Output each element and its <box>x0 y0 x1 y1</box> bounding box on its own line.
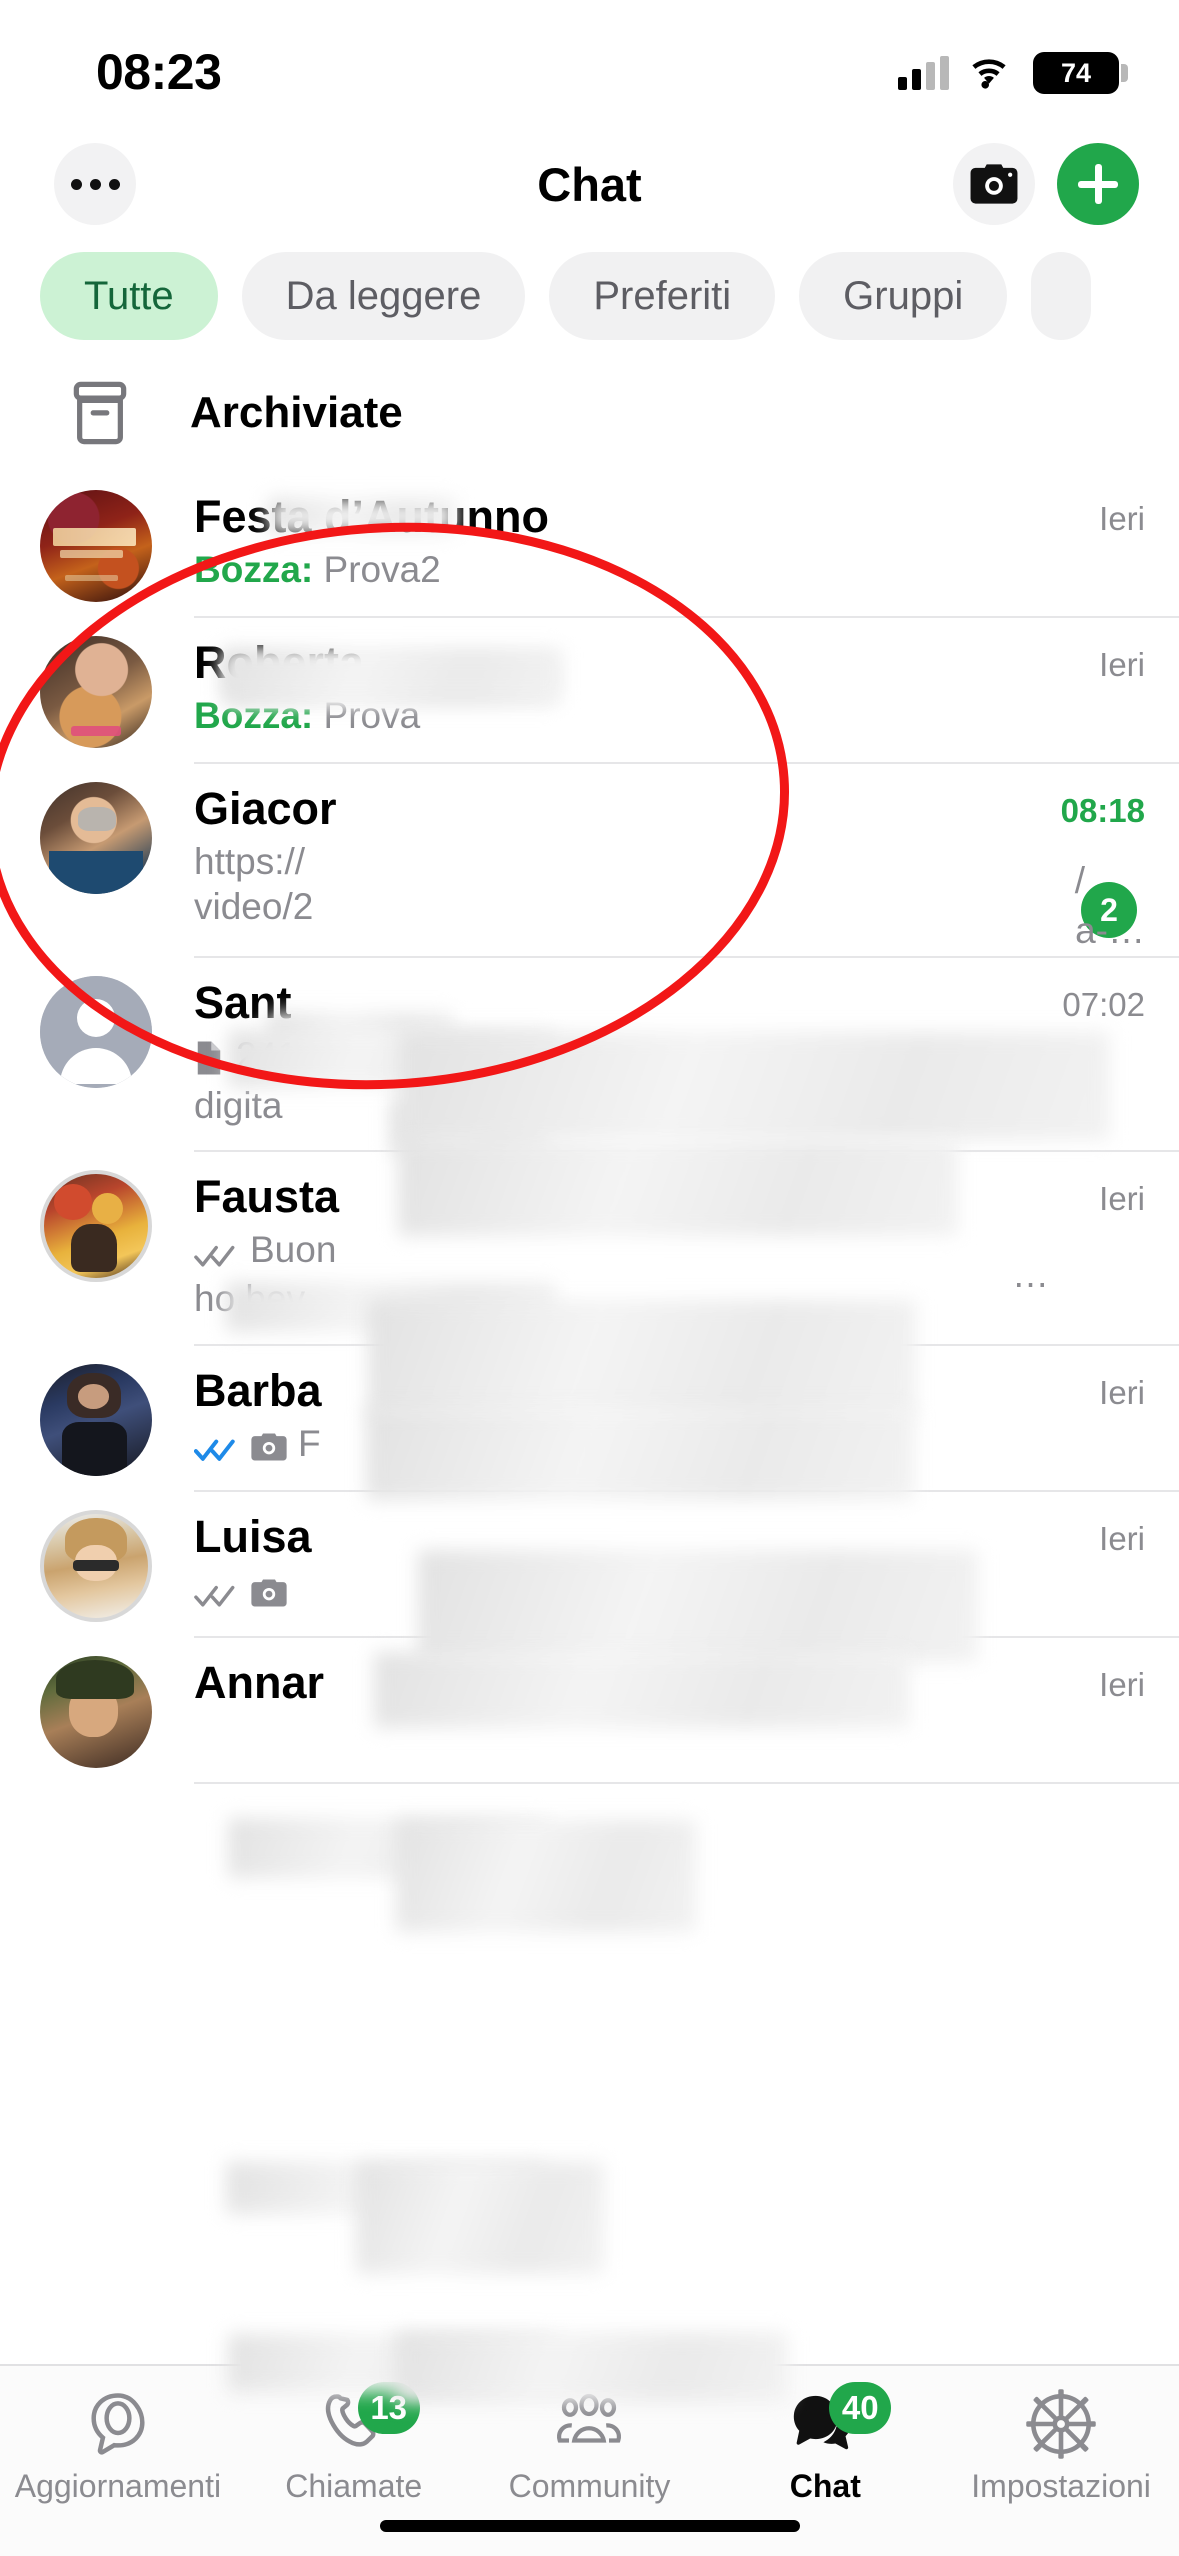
tab-badge: 13 <box>357 2382 420 2434</box>
tab-impostazioni[interactable]: Impostazioni <box>943 2388 1179 2505</box>
read-receipt-grey-icon <box>194 1227 240 1280</box>
chat-preview-line1-tail: ano <box>993 1054 1055 1095</box>
archive-box-icon <box>40 380 160 446</box>
cellular-signal-icon <box>898 56 949 90</box>
chat-list-item[interactable]: Sant 07:02 241 digita ano <box>0 958 1179 1152</box>
chat-list-item[interactable]: Luisa Ieri <box>0 1492 1179 1638</box>
chat-preview-line1-tail: … <box>1012 1254 1049 1295</box>
avatar[interactable] <box>40 490 152 602</box>
tab-label: Aggiornamenti <box>14 2468 222 2504</box>
chat-timestamp: Ieri <box>1099 1374 1145 1411</box>
filter-tab-tutte[interactable]: Tutte <box>40 252 218 340</box>
chat-preview-line1: 241 <box>236 1035 298 1077</box>
filter-tab-overflow[interactable] <box>1031 252 1092 340</box>
more-options-icon[interactable] <box>54 143 136 225</box>
home-indicator <box>379 2520 800 2532</box>
chat-timestamp: Ieri <box>1099 1520 1145 1557</box>
avatar[interactable] <box>40 782 152 894</box>
tab-label: Impostazioni <box>971 2468 1151 2504</box>
chat-preview-line1: https:// <box>194 841 306 883</box>
battery-level: 74 <box>1060 57 1092 88</box>
chat-filter-tabs[interactable]: Tutte Da leggere Preferiti Gruppi <box>0 238 1179 354</box>
tab-label: Chat <box>789 2468 861 2504</box>
avatar[interactable] <box>40 1170 152 1282</box>
avatar[interactable] <box>40 636 152 748</box>
status-bar: 08:23 74 <box>0 0 1179 130</box>
chat-list-item[interactable]: Festa d’Autunno Ieri Bozza: Prova2 <box>0 472 1179 618</box>
chat-preview-line2: ho bev <box>194 1278 306 1320</box>
chat-name: Luisa <box>194 1511 312 1562</box>
chat-list: Festa d’Autunno Ieri Bozza: Prova2 Rober… <box>0 472 1179 1784</box>
phone-icon: 13 <box>317 2382 420 2460</box>
chat-preview-line1: Buon <box>250 1229 337 1271</box>
document-icon <box>194 1033 224 1087</box>
archived-row[interactable]: Archiviate <box>0 354 1179 472</box>
chat-timestamp: Ieri <box>1099 500 1145 537</box>
draft-label: Bozza: <box>194 549 314 591</box>
chat-preview: F <box>298 1423 321 1465</box>
redaction-block <box>396 1820 696 1932</box>
redaction-block <box>228 1818 548 1878</box>
chat-name: Sant <box>194 977 292 1028</box>
avatar[interactable] <box>40 1510 152 1622</box>
chat-list-item[interactable]: Barba Ieri F <box>0 1346 1179 1492</box>
chat-preview: Prova <box>313 695 421 737</box>
default-avatar-icon <box>40 976 152 1088</box>
chat-list-item[interactable]: Annar Ieri <box>0 1638 1179 1784</box>
read-receipt-blue-icon <box>193 1421 240 1474</box>
read-receipt-grey-icon <box>194 1567 240 1620</box>
chat-timestamp: 07:02 <box>1062 986 1145 1023</box>
tab-badge: 40 <box>829 2382 892 2434</box>
tab-aggiornamenti[interactable]: Aggiornamenti <box>0 2388 236 2505</box>
chat-preview-line2-tail: a-… <box>1075 910 1145 951</box>
chat-preview: Prova2 <box>313 549 441 591</box>
filter-tab-preferiti[interactable]: Preferiti <box>549 252 776 340</box>
filter-tab-gruppi[interactable]: Gruppi <box>799 252 1008 340</box>
chat-name: Giacor <box>194 783 337 834</box>
community-icon <box>549 2388 629 2460</box>
chat-name: Fausta <box>194 1171 340 1222</box>
tab-label: Chiamate <box>285 2468 423 2504</box>
chat-name: Roberta <box>194 637 365 688</box>
camera-small-icon <box>250 1567 288 1618</box>
status-indicators: 74 <box>898 52 1128 94</box>
status-time: 08:23 <box>96 44 222 100</box>
filter-tab-da-leggere[interactable]: Da leggere <box>241 252 526 340</box>
chat-timestamp: Ieri <box>1099 646 1145 683</box>
chat-name: Festa d’Autunno <box>194 491 549 542</box>
gear-icon <box>1023 2388 1099 2460</box>
draft-label: Bozza: <box>194 695 314 737</box>
tab-label: Community <box>508 2468 671 2504</box>
chat-preview-line2: digita <box>194 1085 283 1127</box>
archived-label: Archiviate <box>190 388 403 437</box>
chat-timestamp: 08:18 <box>1060 792 1145 829</box>
chat-preview-line1-tail: / <box>1074 860 1085 901</box>
chat-name: Barba <box>194 1365 322 1416</box>
chat-list-item[interactable]: Roberta Ieri Bozza: Prova <box>0 618 1179 764</box>
chat-name: Annar <box>194 1657 325 1708</box>
wifi-icon <box>972 59 1006 89</box>
bottom-tab-bar: Aggiornamenti 13 Chiamate Community 40 C… <box>0 2364 1179 2556</box>
avatar[interactable] <box>40 1364 152 1476</box>
chat-preview-line2: video/2 <box>194 886 314 928</box>
chat-timestamp: Ieri <box>1099 1666 1145 1703</box>
redaction-block <box>226 2162 546 2214</box>
avatar[interactable] <box>40 1656 152 1768</box>
tab-chat[interactable]: 40 Chat <box>707 2382 943 2505</box>
chat-bubbles-icon: 40 <box>786 2382 892 2460</box>
chat-list-item[interactable]: Fausta Ieri Buon ho bev … <box>0 1152 1179 1346</box>
status-updates-icon <box>81 2388 155 2460</box>
camera-icon[interactable] <box>953 143 1035 225</box>
camera-small-icon <box>250 1421 288 1472</box>
redaction-block <box>356 2162 604 2274</box>
plus-icon[interactable] <box>1057 143 1139 225</box>
chat-timestamp: Ieri <box>1099 1180 1145 1217</box>
chat-list-item[interactable]: Giacor 08:18 https:// video/2 2 / a-… <box>0 764 1179 958</box>
battery-icon: 74 <box>1033 52 1128 94</box>
tab-community[interactable]: Community <box>472 2388 708 2505</box>
tab-chiamate[interactable]: 13 Chiamate <box>236 2382 472 2505</box>
avatar[interactable] <box>40 976 152 1088</box>
nav-bar: Chat <box>0 130 1179 238</box>
